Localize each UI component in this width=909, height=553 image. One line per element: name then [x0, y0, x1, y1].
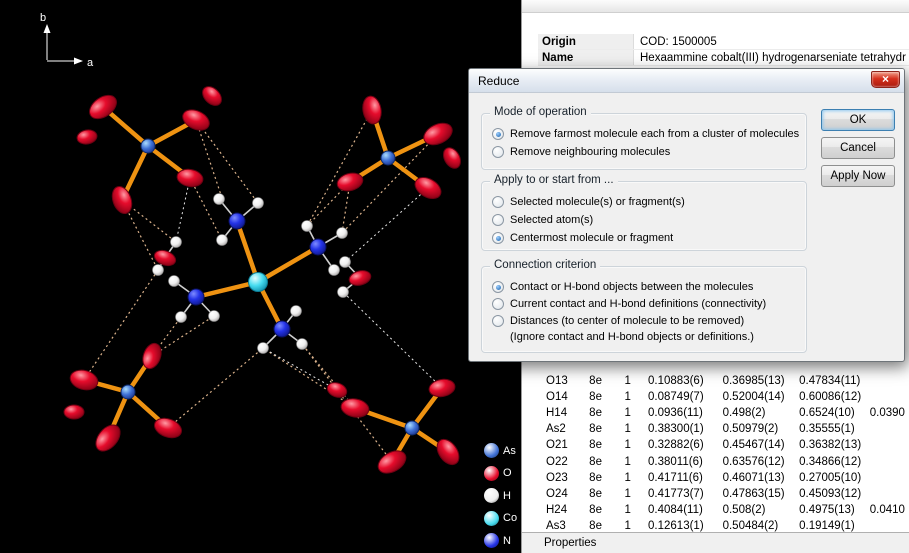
info-row-origin[interactable]: Origin COD: 1500005: [538, 34, 909, 50]
legend-item-n: N: [484, 530, 521, 551]
reduce-dialog: Reduce × Mode of operation Remove farmos…: [468, 68, 905, 362]
radio-label: Selected molecule(s) or fragment(s): [510, 196, 685, 208]
radio-distances[interactable]: Distances (to center of molecule to be r…: [492, 313, 802, 329]
table-row-as2[interactable]: As28e10.38300(1)0.50979(2)0.35555(1): [522, 421, 909, 437]
radio-centermost-molecule[interactable]: Centermost molecule or fragment: [492, 230, 802, 246]
radio-icon[interactable]: [492, 298, 504, 310]
group-mode-of-operation: Mode of operation Remove farmost molecul…: [481, 113, 807, 170]
radio-icon[interactable]: [492, 146, 504, 158]
arsenic-atoms: [121, 139, 419, 435]
nitrogen-swatch-icon: [484, 533, 499, 548]
group-apply-to: Apply to or start from ... Selected mole…: [481, 181, 807, 251]
radio-label: Remove farmost molecule each from a clus…: [510, 128, 799, 140]
svg-text:b: b: [40, 12, 46, 24]
group-title: Mode of operation: [490, 106, 591, 118]
contact-lines: [176, 178, 442, 390]
origin-value: COD: 1500005: [634, 36, 717, 48]
group-title: Apply to or start from ...: [490, 174, 618, 186]
table-row-o13[interactable]: O138e10.10883(6)0.36985(13)0.47834(11): [522, 373, 909, 389]
connection-note: (Ignore contact and H-bond objects or de…: [510, 330, 802, 344]
dialog-titlebar[interactable]: Reduce: [469, 69, 904, 93]
dialog-close-button[interactable]: ×: [871, 71, 900, 88]
radio-remove-farmost[interactable]: Remove farmost molecule each from a clus…: [492, 126, 802, 142]
cancel-button[interactable]: Cancel: [821, 137, 895, 159]
radio-label: Centermost molecule or fragment: [510, 232, 673, 244]
properties-pane-label: Properties: [544, 537, 596, 549]
legend-item-h: H: [484, 485, 521, 506]
hydrogen-swatch-icon: [484, 488, 499, 503]
origin-label: Origin: [538, 34, 634, 49]
svg-text:a: a: [87, 57, 94, 69]
atom-legend: As O H Co N: [482, 438, 521, 553]
radio-label: Contact or H-bond objects between the mo…: [510, 281, 753, 293]
radio-label: Distances (to center of molecule to be r…: [510, 315, 744, 327]
apply-now-button[interactable]: Apply Now: [821, 165, 895, 187]
radio-icon[interactable]: [492, 196, 504, 208]
structure-canvas[interactable]: b a: [0, 0, 521, 553]
name-value: Hexaammine cobalt(III) hydrogenarseniate…: [634, 52, 906, 64]
table-row-o24[interactable]: O248e10.41773(7)0.47863(15)0.45093(12): [522, 486, 909, 502]
legend-label: As: [503, 445, 516, 457]
group-connection-criterion: Connection criterion Contact or H-bond o…: [481, 266, 807, 353]
arsenic-swatch-icon: [484, 443, 499, 458]
properties-pane-header[interactable]: Properties: [522, 532, 909, 553]
radio-icon[interactable]: [492, 281, 504, 293]
radio-icon[interactable]: [492, 232, 504, 244]
application-window: b a: [0, 0, 909, 553]
radio-selected-atoms[interactable]: Selected atom(s): [492, 212, 802, 228]
dialog-title: Reduce: [478, 74, 519, 88]
legend-item-co: Co: [484, 508, 521, 529]
name-label: Name: [538, 50, 634, 65]
group-title: Connection criterion: [490, 259, 600, 271]
legend-item-as: As: [484, 440, 521, 461]
table-row-o14[interactable]: O148e10.08749(7)0.52004(14)0.60086(12): [522, 389, 909, 405]
radio-icon[interactable]: [492, 214, 504, 226]
oxygen-swatch-icon: [484, 466, 499, 481]
radio-icon[interactable]: [492, 315, 504, 327]
radio-label: Remove neighbouring molecules: [510, 146, 670, 158]
table-row-o22[interactable]: O228e10.38011(6)0.63576(12)0.34866(12): [522, 453, 909, 469]
radio-selected-molecules[interactable]: Selected molecule(s) or fragment(s): [492, 194, 802, 210]
legend-label: H: [503, 490, 511, 502]
table-row-o21[interactable]: O218e10.32882(6)0.45467(14)0.36382(13): [522, 437, 909, 453]
ok-button[interactable]: OK: [821, 109, 895, 131]
orientation-axes: b a: [40, 12, 94, 69]
cobalt-swatch-icon: [484, 511, 499, 526]
table-row-h14[interactable]: H148e10.0936(11)0.498(2)0.6524(10)0.0390: [522, 405, 909, 421]
legend-label: N: [503, 535, 511, 547]
cobalt-atom: [249, 273, 268, 292]
panel-top-strip: [522, 0, 909, 13]
hydrogen-atoms: [153, 194, 351, 354]
radio-contact-hbond-objects[interactable]: Contact or H-bond objects between the mo…: [492, 279, 802, 295]
radio-current-definitions[interactable]: Current contact and H-bond definitions (…: [492, 296, 802, 312]
atom-parameter-table: O138e10.10883(6)0.36985(13)0.47834(11) O…: [522, 373, 909, 534]
table-row-o23[interactable]: O238e10.41711(6)0.46071(13)0.27005(10): [522, 470, 909, 486]
structure-drawing: b a: [0, 0, 521, 553]
info-row-name[interactable]: Name Hexaammine cobalt(III) hydrogenarse…: [538, 50, 909, 66]
radio-remove-neighbouring[interactable]: Remove neighbouring molecules: [492, 144, 802, 160]
radio-label: Current contact and H-bond definitions (…: [510, 298, 766, 310]
radio-label: Selected atom(s): [510, 214, 593, 226]
table-row-h24[interactable]: H248e10.4084(11)0.508(2)0.4975(13)0.0410: [522, 502, 909, 518]
legend-label: Co: [503, 512, 517, 524]
radio-icon[interactable]: [492, 128, 504, 140]
legend-item-o: O: [484, 463, 521, 484]
legend-label: O: [503, 467, 512, 479]
